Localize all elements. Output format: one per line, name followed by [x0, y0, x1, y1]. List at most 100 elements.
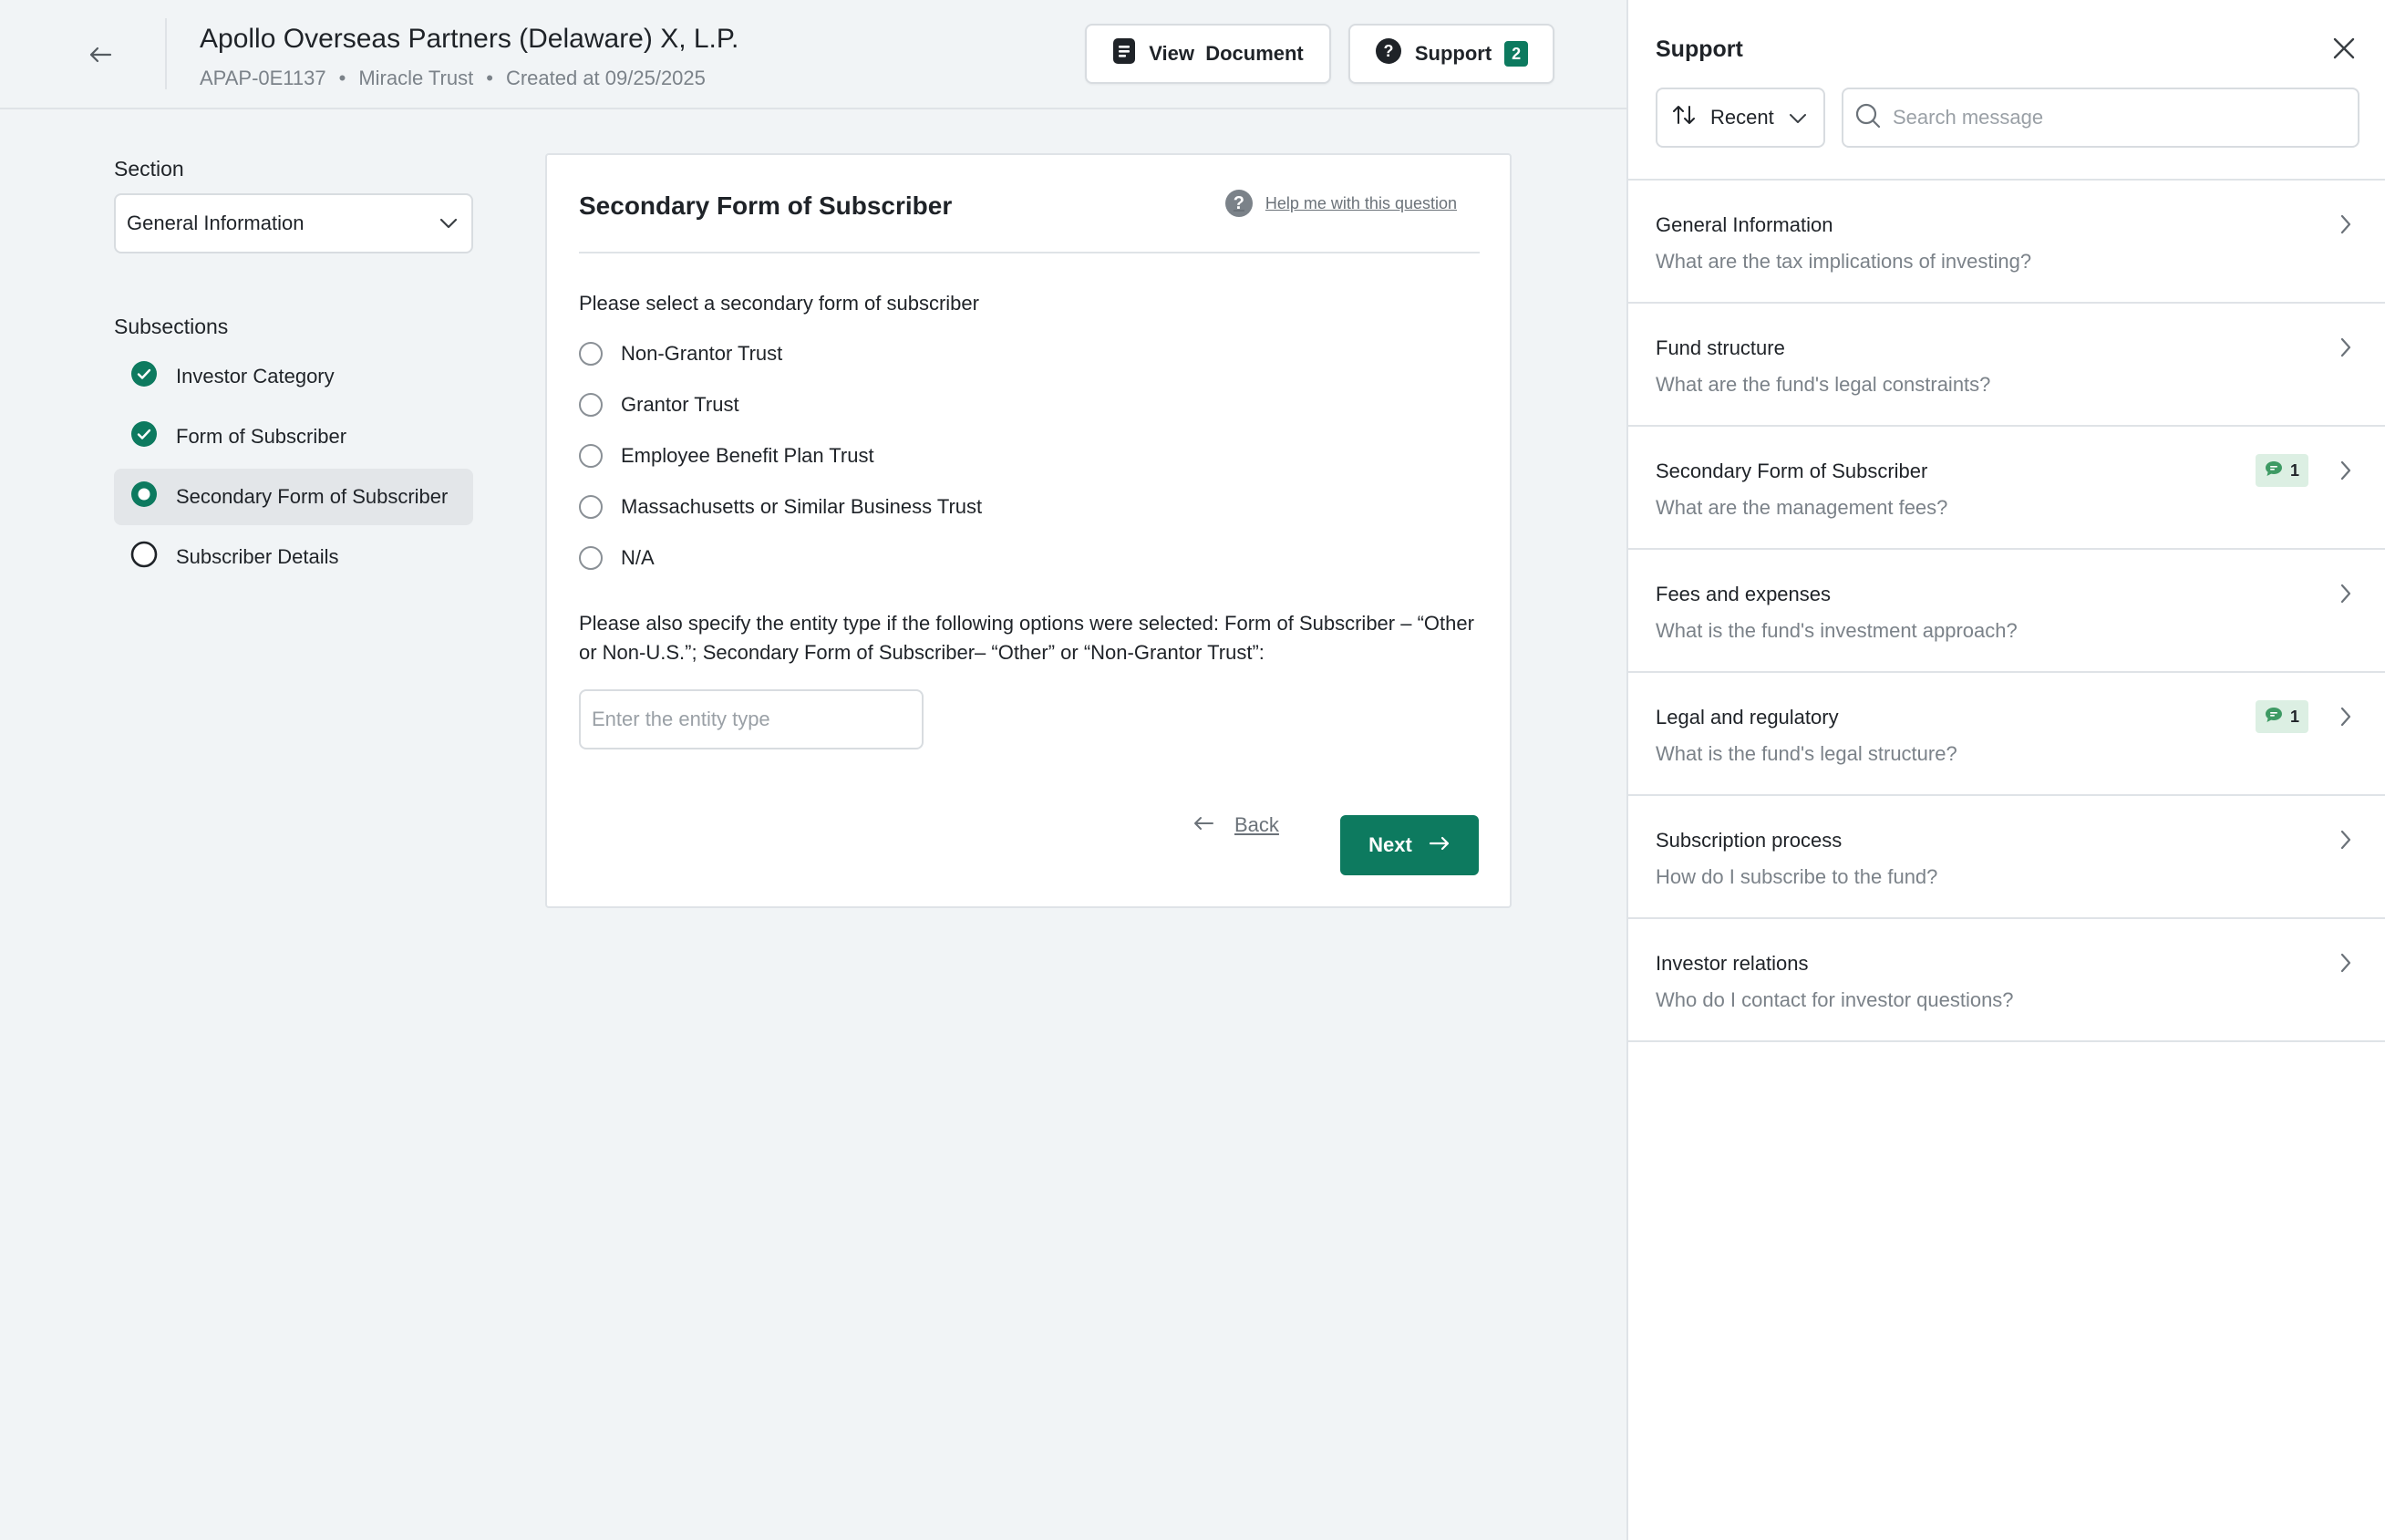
chevron-down-icon [439, 212, 459, 235]
svg-text:?: ? [1383, 42, 1393, 60]
radio-button[interactable] [579, 393, 603, 417]
check-circle-icon [130, 420, 158, 453]
support-topic-fees-and-expenses[interactable]: Fees and expenses What is the fund's inv… [1628, 550, 2385, 673]
subsection-investor-category[interactable]: Investor Category [114, 348, 473, 405]
message-count-badge: 1 [2256, 700, 2308, 733]
chevron-right-icon [2339, 706, 2352, 732]
support-topic-list: General Information What are the tax imp… [1628, 179, 2385, 1042]
radio-group: Non-Grantor Trust Grantor Trust Employee… [579, 328, 982, 584]
meta-separator: • [338, 67, 346, 89]
radio-button[interactable] [579, 546, 603, 570]
subsection-subscriber-details[interactable]: Subscriber Details [114, 529, 473, 585]
support-panel: Support Recent General Information What … [1626, 0, 2385, 1540]
chevron-right-icon [2339, 460, 2352, 486]
chevron-right-icon [2339, 829, 2352, 855]
topic-title: Legal and regulatory [1656, 706, 1839, 729]
next-button[interactable]: Next [1340, 815, 1479, 875]
subsection-label: Secondary Form of Subscriber [176, 485, 449, 508]
question-text: Please select a secondary form of subscr… [579, 292, 979, 315]
radio-option-employee-benefit-plan-trust[interactable]: Employee Benefit Plan Trust [579, 430, 982, 481]
topic-question: What are the tax implications of investi… [1656, 250, 2032, 273]
support-topic-subscription-process[interactable]: Subscription process How do I subscribe … [1628, 796, 2385, 919]
document-icon [1112, 37, 1136, 70]
topic-question: What are the fund's legal constraints? [1656, 373, 1991, 396]
question-card: Secondary Form of Subscriber ? Help me w… [545, 153, 1512, 908]
search-box[interactable] [1842, 88, 2359, 148]
trust-name: Miracle Trust [358, 67, 474, 89]
current-step-icon [130, 481, 158, 513]
support-button[interactable]: ? Support 2 [1348, 24, 1554, 84]
subsection-label: Form of Subscriber [176, 425, 347, 448]
question-card-title: Secondary Form of Subscriber [579, 191, 953, 220]
subsection-label: Investor Category [176, 365, 335, 388]
subsection-list: Investor Category Form of Subscriber Sec… [114, 348, 473, 589]
topic-title: General Information [1656, 213, 1833, 236]
topic-question: Who do I contact for investor questions? [1656, 988, 2014, 1011]
radio-button[interactable] [579, 495, 603, 519]
back-button[interactable]: Back [1192, 813, 1279, 837]
support-topic-investor-relations[interactable]: Investor relations Who do I contact for … [1628, 919, 2385, 1042]
radio-option-grantor-trust[interactable]: Grantor Trust [579, 379, 982, 430]
support-label: Support [1414, 42, 1492, 65]
page-header: Apollo Overseas Partners (Delaware) X, L… [0, 0, 1626, 109]
document-meta: APAP-0E1137 • Miracle Trust • Created at… [200, 67, 706, 90]
sort-label: Recent [1710, 106, 1774, 129]
divider [579, 252, 1480, 253]
sort-dropdown[interactable]: Recent [1656, 88, 1825, 148]
entity-type-input[interactable] [579, 689, 924, 749]
help-circle-icon: ? [1375, 37, 1402, 70]
arrow-right-icon [1429, 833, 1451, 857]
support-topic-fund-structure[interactable]: Fund structure What are the fund's legal… [1628, 304, 2385, 427]
help-link-label: Help me with this question [1265, 193, 1457, 212]
empty-circle-icon [130, 541, 158, 574]
page-title: Apollo Overseas Partners (Delaware) X, L… [200, 24, 739, 54]
subsection-label: Subscriber Details [176, 545, 339, 568]
entity-type-question: Please also specify the entity type if t… [579, 612, 1474, 664]
subsection-secondary-form-of-subscriber[interactable]: Secondary Form of Subscriber [114, 469, 473, 525]
arrow-left-icon [1192, 813, 1214, 837]
radio-option-na[interactable]: N/A [579, 532, 982, 584]
chevron-right-icon [2339, 583, 2352, 609]
topic-title: Fees and expenses [1656, 583, 1832, 605]
support-count-badge: 2 [1504, 41, 1529, 67]
topic-question: What is the fund's legal structure? [1656, 742, 1957, 765]
support-topic-legal-and-regulatory[interactable]: Legal and regulatory What is the fund's … [1628, 673, 2385, 796]
support-topic-general-information[interactable]: General Information What are the tax imp… [1628, 181, 2385, 304]
radio-option-label: N/A [621, 546, 655, 569]
sort-icon [1672, 104, 1696, 131]
radio-option-massachusetts-trust[interactable]: Massachusetts or Similar Business Trust [579, 481, 982, 532]
view-document-label: View Document [1149, 42, 1304, 65]
support-topic-secondary-form-of-subscriber[interactable]: Secondary Form of Subscriber What are th… [1628, 427, 2385, 550]
topic-title: Investor relations [1656, 952, 1809, 975]
back-button-label: Back [1234, 813, 1279, 836]
close-icon[interactable] [2330, 35, 2358, 62]
subsections-label: Subsections [114, 315, 229, 338]
radio-option-label: Grantor Trust [621, 393, 739, 416]
topic-title: Secondary Form of Subscriber [1656, 460, 1928, 482]
view-document-button[interactable]: View Document [1085, 24, 1331, 84]
help-link[interactable]: ? Help me with this question [1224, 190, 1457, 217]
chat-bubble-icon [2265, 707, 2283, 728]
search-input[interactable] [1893, 106, 2349, 129]
chevron-right-icon [2339, 952, 2352, 978]
radio-option-non-grantor-trust[interactable]: Non-Grantor Trust [579, 328, 982, 379]
header-divider [165, 18, 167, 89]
subsection-form-of-subscriber[interactable]: Form of Subscriber [114, 408, 473, 465]
next-button-label: Next [1368, 833, 1412, 856]
question-mark-icon: ? [1224, 190, 1253, 217]
topic-title: Subscription process [1656, 829, 1843, 852]
message-count: 1 [2289, 707, 2299, 726]
back-arrow-icon[interactable] [82, 36, 119, 73]
meta-separator: • [486, 67, 493, 89]
created-date: Created at 09/25/2025 [505, 67, 706, 89]
message-count: 1 [2289, 460, 2299, 480]
section-select[interactable]: General Information [114, 193, 473, 253]
section-label: Section [114, 157, 184, 181]
radio-button[interactable] [579, 342, 603, 366]
message-count-badge: 1 [2256, 454, 2308, 487]
radio-button[interactable] [579, 444, 603, 468]
document-code: APAP-0E1137 [200, 67, 326, 89]
radio-option-label: Non-Grantor Trust [621, 342, 783, 365]
chevron-right-icon [2339, 336, 2352, 363]
radio-option-label: Employee Benefit Plan Trust [621, 444, 874, 467]
